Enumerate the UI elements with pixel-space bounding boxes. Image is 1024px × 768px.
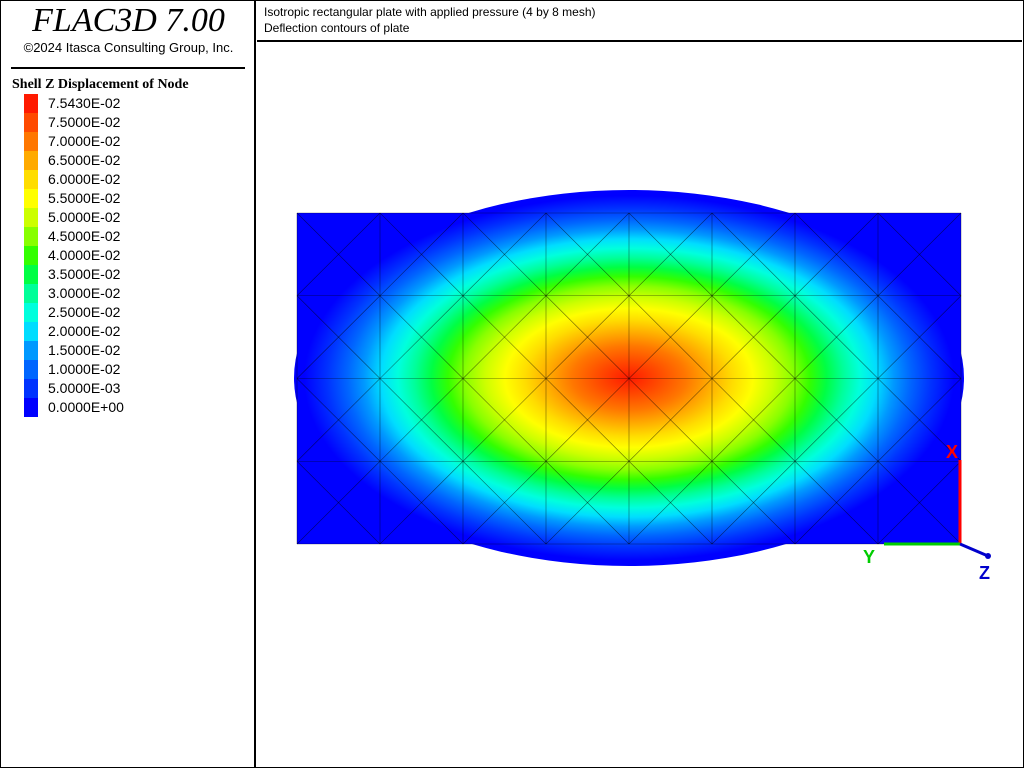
plot-title: Isotropic rectangular plate with applied… <box>264 5 596 19</box>
legend-swatch <box>24 246 38 265</box>
legend-swatch <box>24 132 38 151</box>
legend-label: 6.5000E-02 <box>48 152 121 168</box>
z-axis-label: Z <box>979 563 990 583</box>
legend-label: 3.0000E-02 <box>48 285 121 301</box>
legend-label: 7.0000E-02 <box>48 133 121 149</box>
legend-swatch <box>24 341 38 360</box>
legend-label: 5.5000E-02 <box>48 190 121 206</box>
legend-label: 7.5430E-02 <box>48 95 121 111</box>
legend-label: 1.5000E-02 <box>48 342 121 358</box>
z-axis-tip <box>985 553 991 559</box>
plot-view[interactable]: X Y Z <box>257 42 1022 766</box>
legend-label: 1.0000E-02 <box>48 361 121 377</box>
legend-swatch <box>24 265 38 284</box>
legend-swatch <box>24 170 38 189</box>
app-title: FLAC3D 7.00 <box>32 2 225 39</box>
legend-swatch <box>24 151 38 170</box>
legend-label: 5.0000E-03 <box>48 380 121 396</box>
legend-swatch <box>24 113 38 132</box>
legend-swatch <box>24 322 38 341</box>
legend-label: 3.5000E-02 <box>48 266 121 282</box>
legend-label: 5.0000E-02 <box>48 209 121 225</box>
contour-plot[interactable]: X Y Z <box>257 42 1022 766</box>
legend-swatch <box>24 284 38 303</box>
legend-label: 2.5000E-02 <box>48 304 121 320</box>
y-axis-label: Y <box>863 547 875 567</box>
x-axis-label: X <box>946 442 958 462</box>
legend-panel: FLAC3D 7.00 ©2024 Itasca Consulting Grou… <box>1 1 256 767</box>
copyright-text: ©2024 Itasca Consulting Group, Inc. <box>23 40 234 55</box>
legend-label: 7.5000E-02 <box>48 114 121 130</box>
legend-swatch <box>24 398 38 417</box>
legend-label: 2.0000E-02 <box>48 323 121 339</box>
z-axis-line <box>959 542 989 558</box>
legend-swatch <box>24 379 38 398</box>
plot-header: Isotropic rectangular plate with applied… <box>257 1 1022 42</box>
legend-label: 4.0000E-02 <box>48 247 121 263</box>
legend-swatch <box>24 189 38 208</box>
legend-swatch <box>24 227 38 246</box>
legend-label: 4.5000E-02 <box>48 228 121 244</box>
legend-title: Shell Z Displacement of Node <box>12 77 189 92</box>
plot-subtitle: Deflection contours of plate <box>264 21 410 35</box>
title-divider <box>11 67 245 69</box>
legend-swatch <box>24 303 38 322</box>
legend-label: 0.0000E+00 <box>48 399 124 415</box>
legend-label: 6.0000E-02 <box>48 171 121 187</box>
legend-swatch <box>24 94 38 113</box>
legend-swatch <box>24 208 38 227</box>
legend-swatch <box>24 360 38 379</box>
